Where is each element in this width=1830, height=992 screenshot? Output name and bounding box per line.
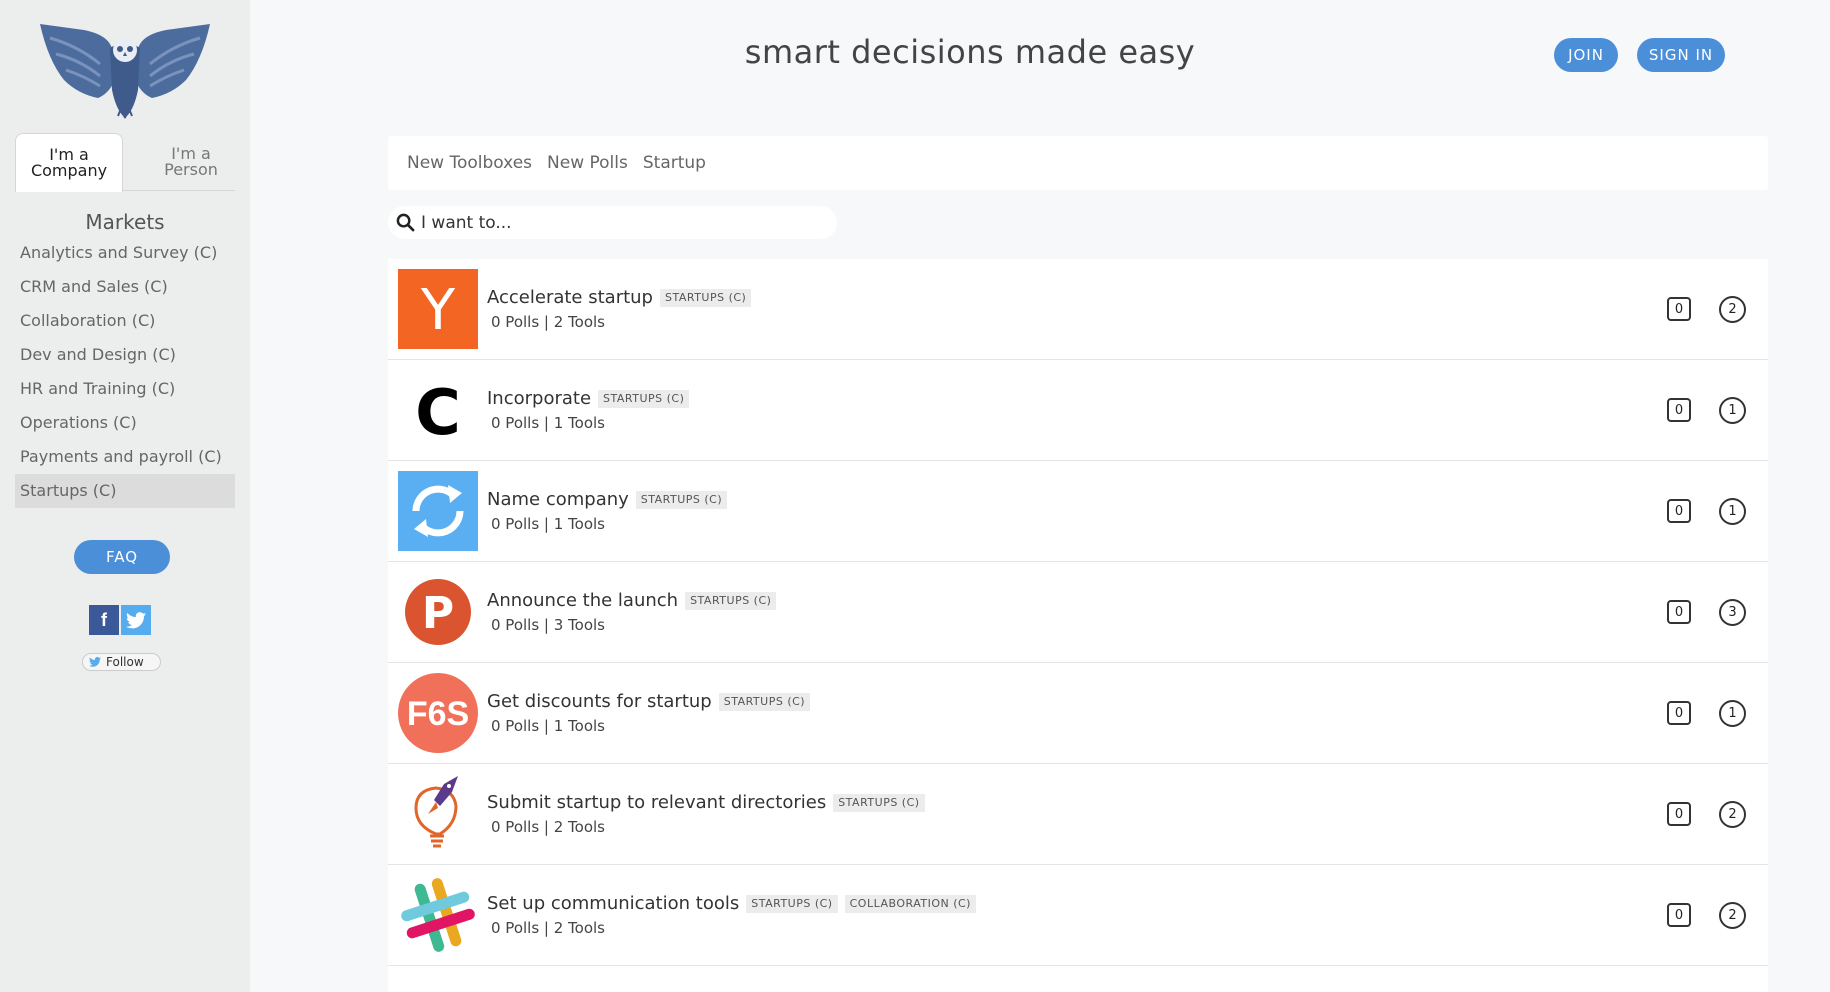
sign-in-button[interactable]: SIGN IN — [1637, 38, 1725, 72]
list-item[interactable]: Set up communication tools STARTUPS (C) … — [388, 865, 1768, 966]
item-tag[interactable]: STARTUPS (C) — [718, 692, 811, 711]
list-item[interactable]: C Incorporate STARTUPS (C) 0 Polls | 1 T… — [388, 360, 1768, 461]
item-tag[interactable]: STARTUPS (C) — [746, 894, 838, 913]
clerky-logo-icon: C — [398, 370, 478, 450]
markets-list: Analytics and Survey (C) CRM and Sales (… — [15, 236, 235, 508]
item-title[interactable]: Set up communication tools — [487, 893, 739, 914]
tab-person[interactable]: I'm a Person — [137, 133, 245, 191]
twitter-small-icon — [89, 657, 101, 667]
tool-count-badge: 1 — [1719, 700, 1746, 727]
poll-count-badge: 0 — [1667, 398, 1691, 422]
list-item[interactable]: Y Accelerate startup STARTUPS (C) 0 Poll… — [388, 259, 1768, 360]
refresh-logo-icon — [398, 471, 478, 551]
filter-new-toolboxes[interactable]: New Toolboxes — [407, 153, 532, 173]
item-meta: 0 Polls | 3 Tools — [491, 616, 606, 634]
item-title[interactable]: Incorporate — [487, 388, 591, 409]
item-title[interactable]: Get discounts for startup — [487, 691, 712, 712]
item-meta: 0 Polls | 2 Tools — [491, 818, 606, 836]
facebook-icon[interactable]: f — [89, 605, 119, 635]
item-title[interactable]: Announce the launch — [487, 590, 678, 611]
poll-count-badge: 0 — [1667, 802, 1691, 826]
item-tag[interactable]: COLLABORATION (C) — [844, 894, 976, 913]
poll-count-badge: 0 — [1667, 903, 1691, 927]
sidebar: I'm a Company I'm a Person Markets Analy… — [0, 0, 250, 992]
tool-count-badge: 2 — [1719, 296, 1746, 323]
search-icon — [396, 213, 415, 232]
twitter-follow-button[interactable]: Follow — [82, 653, 161, 671]
list-item[interactable]: Submit startup to relevant directories S… — [388, 764, 1768, 865]
market-item-startups[interactable]: Startups (C) — [15, 474, 235, 508]
producthunt-logo-icon: P — [398, 572, 478, 652]
item-title[interactable]: Submit startup to relevant directories — [487, 792, 826, 813]
filter-new-polls[interactable]: New Polls — [547, 153, 628, 173]
item-tag[interactable]: STARTUPS (C) — [685, 591, 777, 610]
item-tag[interactable]: STARTUPS (C) — [659, 288, 752, 307]
market-item-collaboration[interactable]: Collaboration (C) — [15, 304, 235, 338]
tab-person-line2: Person — [164, 160, 218, 179]
item-tag[interactable]: STARTUPS (C) — [833, 793, 925, 812]
producthunt-letter: P — [422, 588, 454, 639]
social-links: f — [89, 605, 151, 635]
market-item-dev-design[interactable]: Dev and Design (C) — [15, 338, 235, 372]
item-tag[interactable]: STARTUPS (C) — [635, 490, 728, 509]
market-item-operations[interactable]: Operations (C) — [15, 406, 235, 440]
item-meta: 0 Polls | 1 Tools — [491, 515, 606, 533]
join-button[interactable]: JOIN — [1554, 38, 1618, 72]
tool-count-badge: 2 — [1719, 902, 1746, 929]
filter-bar: New Toolboxes New Polls Startup — [388, 136, 1768, 190]
item-meta: 0 Polls | 2 Tools — [491, 313, 606, 331]
twitter-icon[interactable] — [121, 605, 151, 635]
tool-count-badge: 2 — [1719, 801, 1746, 828]
markets-heading: Markets — [85, 210, 165, 234]
poll-count-badge: 0 — [1667, 600, 1691, 624]
tab-company-line2: Company — [30, 161, 108, 180]
item-title[interactable]: Name company — [487, 489, 629, 510]
item-meta: 0 Polls | 2 Tools — [491, 919, 606, 937]
filter-startup[interactable]: Startup — [643, 153, 706, 173]
f6s-logo-icon: F6S — [398, 673, 478, 753]
tool-count-badge: 1 — [1719, 498, 1746, 525]
poll-count-badge: 0 — [1667, 297, 1691, 321]
list-item-partial — [388, 966, 1768, 992]
search-box — [388, 206, 837, 239]
item-meta: 0 Polls | 1 Tools — [491, 717, 606, 735]
rocket-bulb-logo-icon — [398, 774, 478, 854]
list-item[interactable]: P Announce the launch STARTUPS (C) 0 Pol… — [388, 562, 1768, 663]
list-item[interactable]: F6S Get discounts for startup STARTUPS (… — [388, 663, 1768, 764]
faq-button[interactable]: FAQ — [74, 540, 170, 574]
ycombinator-logo-icon: Y — [398, 269, 478, 349]
item-tag[interactable]: STARTUPS (C) — [598, 389, 690, 408]
toolbox-list: Y Accelerate startup STARTUPS (C) 0 Poll… — [388, 259, 1768, 966]
twitter-bird-icon — [126, 611, 146, 628]
page-tagline: smart decisions made easy — [744, 33, 1196, 71]
clerky-letter: C — [415, 376, 461, 449]
market-item-payments[interactable]: Payments and payroll (C) — [15, 440, 235, 474]
market-item-hr-training[interactable]: HR and Training (C) — [15, 372, 235, 406]
poll-count-badge: 0 — [1667, 499, 1691, 523]
owl-logo-icon[interactable] — [38, 20, 212, 120]
slack-logo-icon — [398, 875, 478, 955]
f6s-text: F6S — [407, 695, 469, 733]
tool-count-badge: 1 — [1719, 397, 1746, 424]
tab-company[interactable]: I'm a Company — [15, 133, 123, 192]
persona-tabs: I'm a Company I'm a Person — [15, 133, 235, 192]
list-item[interactable]: Name company STARTUPS (C) 0 Polls | 1 To… — [388, 461, 1768, 562]
market-item-analytics[interactable]: Analytics and Survey (C) — [15, 236, 235, 270]
market-item-crm[interactable]: CRM and Sales (C) — [15, 270, 235, 304]
search-input[interactable] — [421, 212, 821, 233]
item-title[interactable]: Accelerate startup — [487, 287, 653, 308]
poll-count-badge: 0 — [1667, 701, 1691, 725]
item-meta: 0 Polls | 1 Tools — [491, 414, 606, 432]
ycombinator-letter: Y — [420, 278, 456, 343]
follow-label: Follow — [106, 655, 144, 669]
tool-count-badge: 3 — [1719, 599, 1746, 626]
